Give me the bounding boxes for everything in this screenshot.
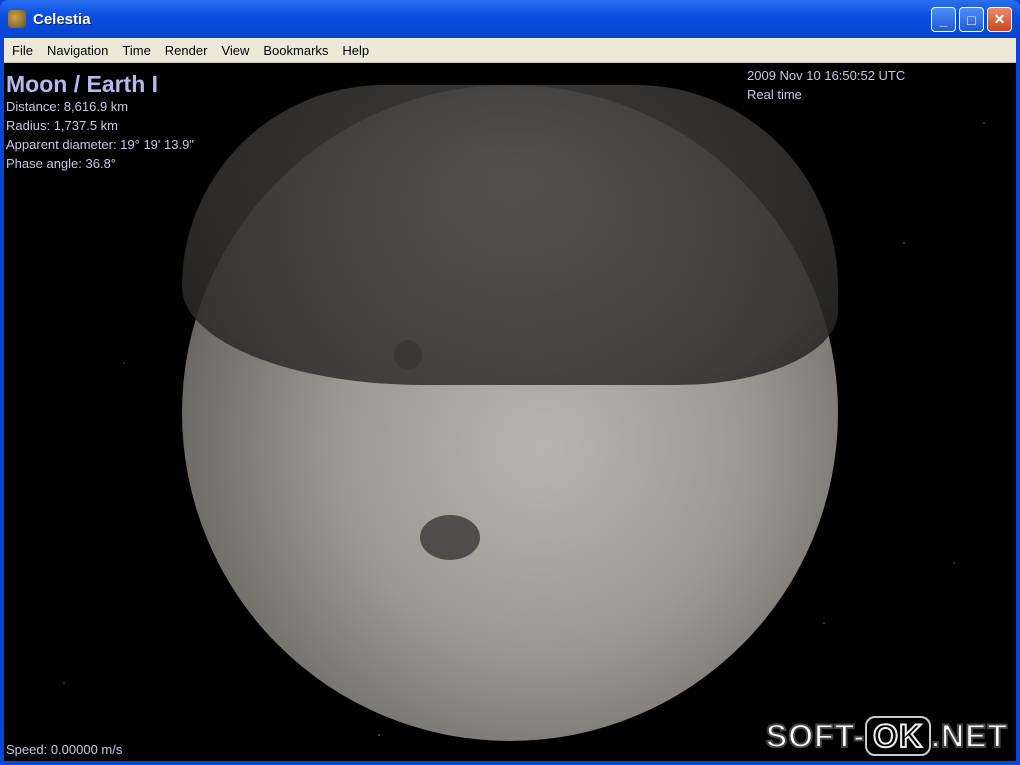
- moon-crater: [420, 515, 480, 560]
- moon-mare: [182, 85, 838, 385]
- close-button[interactable]: ✕: [987, 7, 1012, 32]
- watermark: SOFT- OK .NET: [765, 716, 1008, 756]
- moon-crater: [394, 340, 422, 370]
- datetime: 2009 Nov 10 16:50:52 UTC: [747, 68, 906, 83]
- watermark-left: SOFT-: [765, 717, 866, 755]
- close-icon: ✕: [993, 11, 1006, 27]
- title-bar: Celestia _ □ ✕: [0, 0, 1020, 38]
- menu-bar: File Navigation Time Render View Bookmar…: [4, 38, 1016, 63]
- speed: Speed: 0.00000 m/s: [6, 742, 123, 757]
- watermark-right: .NET: [930, 717, 1008, 755]
- menu-help[interactable]: Help: [335, 43, 376, 58]
- object-name: Moon / Earth I: [6, 71, 159, 97]
- celestia-app-icon[interactable]: [8, 10, 26, 28]
- maximize-icon: □: [967, 11, 976, 28]
- menu-file[interactable]: File: [4, 43, 40, 58]
- menu-view[interactable]: View: [214, 43, 256, 58]
- render-viewport[interactable]: Moon / Earth I Distance: 8,616.9 km Radi…: [4, 63, 1016, 761]
- minimize-icon: _: [939, 11, 948, 28]
- distance: Distance: 8,616.9 km: [6, 99, 129, 114]
- window-title: Celestia: [33, 10, 91, 28]
- radius: Radius: 1,737.5 km: [6, 118, 119, 133]
- phase-angle: Phase angle: 36.8°: [6, 156, 117, 171]
- time-rate: Real time: [747, 87, 802, 102]
- menu-navigation[interactable]: Navigation: [40, 43, 115, 58]
- menu-render[interactable]: Render: [158, 43, 215, 58]
- time-info: 2009 Nov 10 16:50:52 UTC Real time: [747, 66, 905, 104]
- object-info: Moon / Earth I Distance: 8,616.9 km Radi…: [6, 71, 194, 173]
- watermark-middle: OK: [865, 716, 932, 756]
- menu-time[interactable]: Time: [115, 43, 157, 58]
- moon-globe[interactable]: [182, 85, 838, 741]
- apparent-diameter: Apparent diameter: 19° 19' 13.9": [6, 137, 194, 152]
- menu-bookmarks[interactable]: Bookmarks: [256, 43, 335, 58]
- maximize-button[interactable]: □: [959, 7, 984, 32]
- minimize-button[interactable]: _: [931, 7, 956, 32]
